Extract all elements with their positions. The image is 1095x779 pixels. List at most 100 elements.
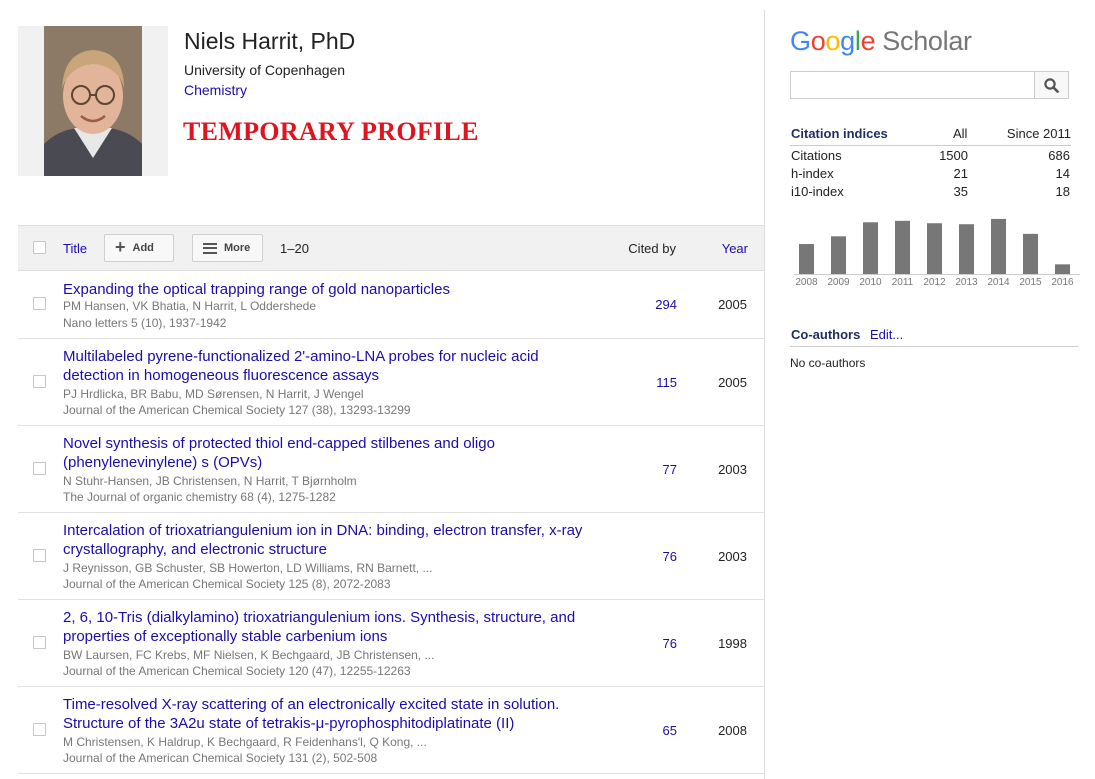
citation-all: 35 [953, 184, 968, 199]
article-title-link[interactable]: Time-resolved X-ray scattering of an ele… [63, 695, 593, 733]
table-row: Novel synthesis of protected thiol end-c… [18, 426, 764, 513]
cited-by-link[interactable]: 76 [663, 636, 677, 651]
profile-affiliation: University of Copenhagen [184, 62, 346, 78]
cited-by-link[interactable]: 77 [663, 462, 677, 477]
search-input[interactable] [790, 71, 1034, 99]
logo-letter: o [810, 26, 826, 56]
article-title-link[interactable]: Intercalation of trioxatriangulenium ion… [63, 521, 583, 559]
row-checkbox[interactable] [33, 723, 46, 736]
profile-name: Niels Harrit, PhD [184, 28, 355, 55]
citations-chart-svg: 2008 2009 2010 2011 2012 2013 2014 2015 2016 [794, 218, 1080, 288]
row-checkbox[interactable] [33, 636, 46, 649]
chart-bar-2016[interactable] [1055, 264, 1070, 274]
citation-since: 14 [1055, 166, 1070, 181]
cited-by-link[interactable]: 76 [663, 549, 677, 564]
add-button-label: Add [132, 242, 154, 254]
profile-photo [18, 26, 168, 176]
chart-tick-2013: 2013 [955, 277, 978, 288]
row-checkbox[interactable] [33, 549, 46, 562]
table-row: Time-resolved X-ray scattering of an ele… [18, 687, 764, 774]
article-venue: Nano letters 5 (10), 1937-1942 [63, 316, 227, 330]
citation-label: Citations [791, 148, 842, 163]
article-authors: BW Laursen, FC Krebs, MF Nielsen, K Bech… [63, 648, 435, 662]
table-row: Multilabeled pyrene-functionalized 2'-am… [18, 339, 764, 426]
articles-table-header: Title + Add More 1–20 Cited by Year [18, 225, 764, 271]
citation-row: h-index 21 14 [790, 166, 1071, 184]
logo-letter: G [790, 26, 811, 56]
add-button[interactable]: + Add [104, 234, 174, 262]
row-checkbox[interactable] [33, 375, 46, 388]
row-checkbox[interactable] [33, 462, 46, 475]
logo-letter: e [860, 26, 876, 56]
chart-bar-2013[interactable] [959, 224, 974, 274]
sort-by-title[interactable]: Title [63, 241, 87, 256]
article-title-link[interactable]: Novel synthesis of protected thiol end-c… [63, 434, 583, 472]
chart-bar-2011[interactable] [895, 220, 910, 274]
chart-tick-2011: 2011 [892, 277, 914, 288]
article-authors: PM Hansen, VK Bhatia, N Harrit, L Odders… [63, 299, 317, 313]
chart-tick-2009: 2009 [827, 277, 850, 288]
article-year: 1998 [718, 636, 747, 651]
chart-bar-2012[interactable] [927, 223, 942, 274]
logo-scholar-word: Scholar [882, 26, 972, 56]
citation-indices-title: Citation indices [791, 126, 888, 141]
chart-bar-2014[interactable] [991, 218, 1006, 274]
chart-tick-2012: 2012 [923, 277, 946, 288]
article-title-link[interactable]: 2, 6, 10-Tris (dialkylamino) trioxatrian… [63, 608, 583, 646]
citation-indices-header: Citation indices All Since 2011 [790, 125, 1071, 146]
menu-icon [203, 242, 217, 254]
profile-column: Niels Harrit, PhD University of Copenhag… [0, 0, 765, 779]
article-year: 2003 [718, 549, 747, 564]
profile-name-text: Niels Harrit [184, 28, 298, 54]
chart-bar-2008[interactable] [799, 244, 814, 274]
article-title-link[interactable]: Multilabeled pyrene-functionalized 2'-am… [63, 347, 583, 385]
chart-bar-2010[interactable] [863, 222, 878, 274]
coauthors-title: Co-authors [791, 327, 861, 342]
article-authors: M Christensen, K Haldrup, K Bechgaard, R… [63, 735, 427, 749]
logo-letter: g [840, 26, 855, 56]
cited-by-link[interactable]: 65 [663, 723, 677, 738]
plus-icon: + [115, 237, 126, 257]
citation-all: 1500 [939, 148, 968, 163]
citation-label: i10-index [791, 184, 844, 199]
select-all-checkbox[interactable] [33, 241, 46, 254]
citation-all: 21 [953, 166, 968, 181]
article-venue: Journal of the American Chemical Society… [63, 577, 391, 591]
logo-letter: o [825, 26, 841, 56]
citations-per-year-chart: 2008 2009 2010 2011 2012 2013 2014 2015 2016 [790, 212, 1080, 290]
search-icon [1044, 77, 1059, 93]
profile-field-link[interactable]: Chemistry [184, 82, 247, 98]
no-coauthors-text: No co-authors [790, 356, 866, 370]
citation-since: 686 [1048, 148, 1070, 163]
chart-tick-2015: 2015 [1019, 277, 1042, 288]
article-venue: Journal of the American Chemical Society… [63, 751, 378, 765]
column-divider [764, 10, 765, 779]
results-range: 1–20 [280, 241, 309, 256]
chart-tick-2008: 2008 [795, 277, 818, 288]
article-year: 2005 [718, 297, 747, 312]
citation-label: h-index [791, 166, 834, 181]
cited-by-link[interactable]: 294 [655, 297, 677, 312]
temporary-profile-label: TEMPORARY PROFILE [183, 117, 479, 146]
chart-bar-2009[interactable] [831, 236, 846, 274]
more-button[interactable]: More [192, 234, 263, 262]
chart-tick-2010: 2010 [859, 277, 882, 288]
cited-by-link[interactable]: 115 [656, 375, 677, 390]
google-scholar-logo[interactable]: Google Scholar [790, 26, 972, 57]
coauthors-edit-link[interactable]: Edit... [870, 327, 903, 342]
article-title-link[interactable]: Expanding the optical trapping range of … [63, 280, 583, 299]
citation-row: i10-index 35 18 [790, 184, 1071, 202]
chart-bar-2015[interactable] [1023, 233, 1038, 274]
article-venue: The Journal of organic chemistry 68 (4),… [63, 490, 336, 504]
chart-tick-2016: 2016 [1051, 277, 1074, 288]
coauthors-header: Co-authors Edit... [790, 326, 1078, 347]
row-checkbox[interactable] [33, 297, 46, 310]
sort-by-year[interactable]: Year [722, 241, 748, 256]
chart-tick-2014: 2014 [987, 277, 1010, 288]
article-venue: Journal of the American Chemical Society… [63, 403, 411, 417]
article-authors: N Stuhr-Hansen, JB Christensen, N Harrit… [63, 474, 357, 488]
citation-since: 18 [1055, 184, 1070, 199]
table-row: Expanding the optical trapping range of … [18, 271, 764, 339]
search-button[interactable] [1034, 71, 1069, 99]
article-authors: PJ Hrdlicka, BR Babu, MD Sørensen, N Har… [63, 387, 364, 401]
